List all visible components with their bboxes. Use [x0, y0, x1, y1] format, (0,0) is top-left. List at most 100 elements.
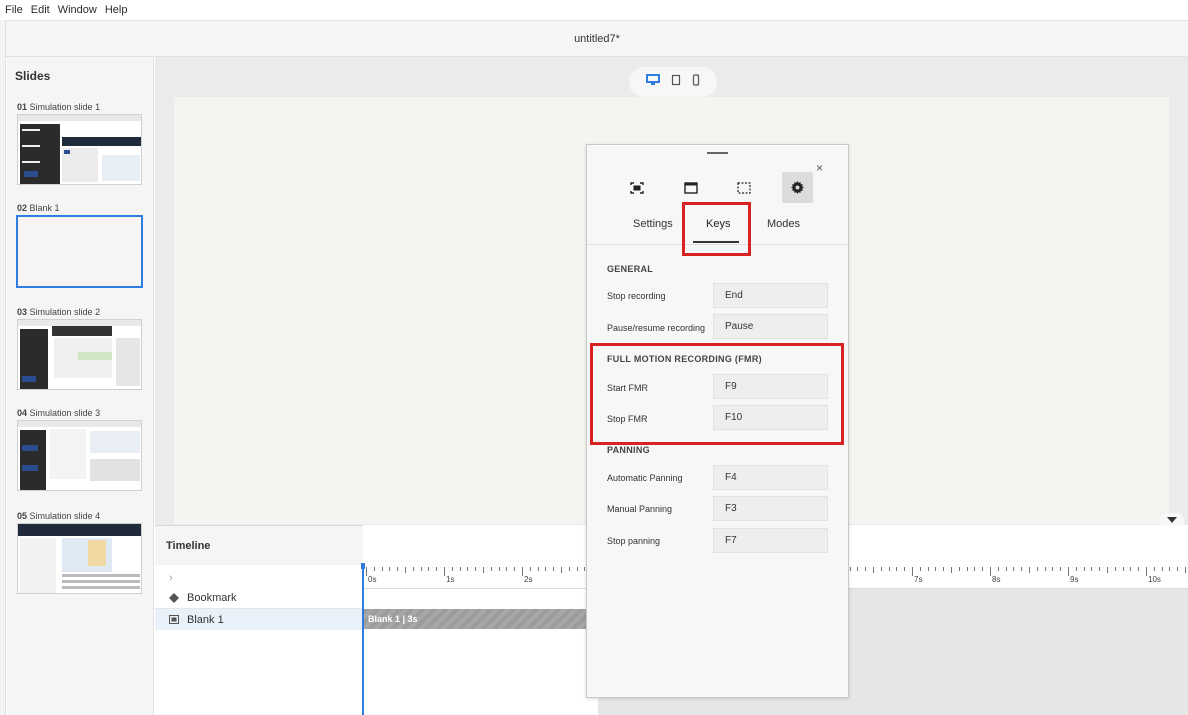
- slide-label-03[interactable]: 03 Simulation slide 2: [17, 307, 100, 317]
- playhead-handle[interactable]: [361, 563, 365, 569]
- tablet-icon[interactable]: [671, 73, 681, 91]
- ruler-tick: [997, 567, 999, 571]
- ruler-tick: [935, 567, 937, 571]
- ruler-tick: [927, 567, 929, 571]
- bookmark-diamond-icon: [169, 593, 179, 603]
- ruler-tick: [880, 567, 882, 571]
- ruler-tick: [483, 567, 484, 573]
- ruler-tick-label: 7s: [914, 575, 923, 584]
- ruler-tick: [529, 567, 531, 571]
- menu-edit[interactable]: Edit: [31, 4, 50, 16]
- ruler-tick: [1013, 567, 1015, 571]
- ruler-tick: [545, 567, 547, 571]
- slide-thumbnail-01[interactable]: [17, 114, 142, 185]
- section-heading-panning: PANNING: [607, 445, 650, 455]
- slide-thumbnail-04[interactable]: [17, 420, 142, 491]
- application-window-icon[interactable]: [680, 177, 702, 199]
- ruler-tick: [873, 567, 874, 573]
- ruler-tick: [506, 567, 508, 571]
- timeline-row-blank1[interactable]: Blank 1: [155, 609, 363, 630]
- ruler-tick: [857, 567, 859, 571]
- key-field-automatic-panning[interactable]: F4: [713, 465, 828, 490]
- ruler-tick: [943, 567, 945, 571]
- timeline-track-visible: [364, 589, 598, 715]
- document-title: untitled7*: [574, 32, 620, 45]
- slide-label-04[interactable]: 04 Simulation slide 3: [17, 408, 100, 418]
- desktop-icon[interactable]: [646, 73, 661, 91]
- phone-icon[interactable]: [692, 73, 700, 91]
- menu-window[interactable]: Window: [58, 4, 97, 16]
- key-label-stop-recording: Stop recording: [607, 291, 666, 301]
- key-field-manual-panning[interactable]: F3: [713, 496, 828, 521]
- ruler-tick: [974, 567, 976, 571]
- ruler-tick: [958, 567, 960, 571]
- ruler-tick: [1091, 567, 1093, 571]
- ruler-tick-label: 2s: [524, 575, 533, 584]
- ruler-tick: [459, 567, 461, 571]
- timeline-row-label: Blank 1: [187, 613, 224, 626]
- ruler-tick: [865, 567, 867, 571]
- highlight-box-fmr-section: [590, 343, 844, 445]
- ruler-tick: [1083, 567, 1085, 571]
- menu-file[interactable]: File: [5, 4, 23, 16]
- key-field-stop-panning[interactable]: F7: [713, 528, 828, 553]
- ruler-tick: [568, 567, 570, 571]
- timeline-expand-row[interactable]: ›: [155, 567, 363, 588]
- ruler-tick: [1060, 567, 1062, 571]
- gear-icon[interactable]: [782, 172, 813, 203]
- ruler-tick: [1099, 567, 1101, 571]
- ruler-tick: [381, 567, 383, 571]
- ruler-tick: [1177, 567, 1179, 571]
- document-title-bar: untitled7*: [6, 20, 1188, 57]
- ruler-tick: [436, 567, 438, 571]
- ruler-tick: [522, 567, 523, 576]
- menu-help[interactable]: Help: [105, 4, 128, 16]
- slide-thumbnail-03[interactable]: [17, 319, 142, 390]
- chevron-right-icon[interactable]: ›: [169, 572, 173, 584]
- ruler-tick: [514, 567, 516, 571]
- timeline-clip-blank1[interactable]: Blank 1 | 3s: [364, 609, 586, 629]
- ruler-tick: [1036, 567, 1038, 571]
- device-preview-toggle: [629, 67, 717, 97]
- ruler-tick: [1052, 567, 1054, 571]
- ruler-tick: [1021, 567, 1023, 571]
- ruler-tick-label: 9s: [1070, 575, 1079, 584]
- ruler-tick-label: 1s: [446, 575, 455, 584]
- ruler-tick: [1044, 567, 1046, 571]
- slide-label-01[interactable]: 01 Simulation slide 1: [17, 102, 100, 112]
- slide-thumbnail-02[interactable]: [16, 215, 143, 288]
- ruler-tick: [1068, 567, 1069, 576]
- full-screen-capture-icon[interactable]: [626, 177, 648, 199]
- ruler-tick: [498, 567, 500, 571]
- ruler-tick: [420, 567, 422, 571]
- ruler-tick: [1107, 567, 1108, 573]
- ruler-tick: [576, 567, 578, 571]
- panel-drag-handle[interactable]: [707, 152, 728, 154]
- ruler-tick: [1122, 567, 1124, 571]
- timeline-row-label: Bookmark: [187, 592, 237, 604]
- timeline-row-bookmark[interactable]: Bookmark: [155, 588, 363, 609]
- ruler-tick: [1146, 567, 1147, 576]
- ruler-tick: [1169, 567, 1171, 571]
- slide-label-05[interactable]: 05 Simulation slide 4: [17, 511, 100, 521]
- slide-label-02[interactable]: 02 Blank 1: [17, 203, 60, 213]
- ruler-tick: [373, 567, 375, 571]
- ruler-tick: [537, 567, 539, 571]
- ruler-tick: [397, 567, 399, 571]
- ruler-tick: [1029, 567, 1030, 573]
- ruler-tick: [490, 567, 492, 571]
- ruler-tick: [366, 567, 367, 576]
- ruler-tick: [912, 567, 913, 576]
- key-field-pause-resume[interactable]: Pause: [713, 314, 828, 339]
- tab-modes[interactable]: Modes: [767, 218, 800, 230]
- ruler-tick: [951, 567, 952, 573]
- close-icon[interactable]: ×: [816, 161, 823, 175]
- tab-settings[interactable]: Settings: [633, 218, 673, 230]
- ruler-tick: [1185, 567, 1186, 573]
- timeline-playhead[interactable]: [362, 565, 364, 715]
- ruler-tick: [1130, 567, 1132, 571]
- ruler-tick: [444, 567, 445, 576]
- slide-thumbnail-05[interactable]: [17, 523, 142, 594]
- custom-area-icon[interactable]: [733, 177, 755, 199]
- key-field-stop-recording[interactable]: End: [713, 283, 828, 308]
